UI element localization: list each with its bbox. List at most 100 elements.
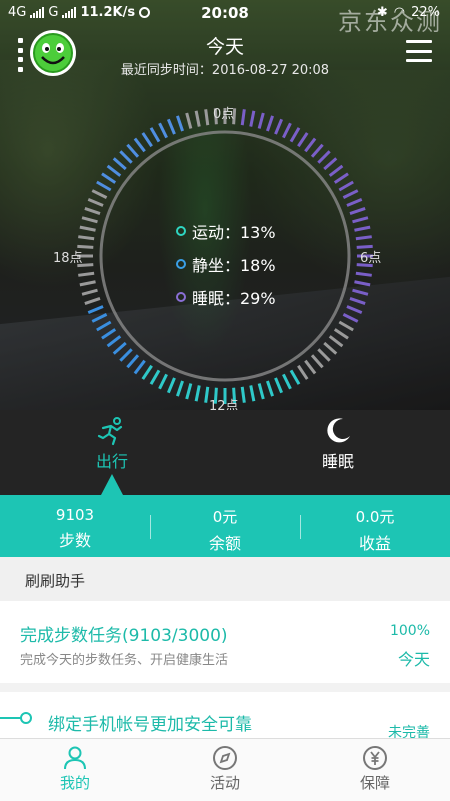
dial-tick (355, 235, 372, 241)
stat-label: 步数 (58, 531, 91, 550)
dial-tick (81, 288, 98, 296)
dial-tick (166, 377, 176, 394)
dial-tick (185, 112, 193, 129)
hamburger-menu-icon[interactable] (406, 40, 432, 62)
hour-label-18: 18点 (53, 251, 83, 266)
dial-tick (355, 271, 372, 277)
dial-tick (149, 127, 161, 143)
dial-tick (338, 180, 354, 192)
dial-tick (126, 143, 140, 158)
dial-tick (78, 271, 95, 277)
dial-tick (133, 359, 146, 375)
dial-tick (79, 225, 96, 232)
dial-tick (166, 118, 176, 135)
tab-label: 出行 (95, 452, 128, 471)
dial-tick (297, 364, 309, 380)
dial-tick (141, 364, 153, 380)
dial-tick (240, 109, 246, 126)
dial-tick (304, 137, 317, 153)
bind-task-title: 绑定手机帐号更加安全可靠 (48, 715, 252, 735)
stat-steps[interactable]: 9103 步数 (0, 495, 150, 557)
dial-tick (176, 380, 184, 397)
last-sync-time: 最近同步时间：2016-08-27 20:08 (120, 63, 330, 78)
mode-tabs: 出行 睡眠 (0, 410, 450, 495)
dial-tick (158, 373, 168, 390)
dial-tick (282, 373, 292, 390)
dial-tick (84, 297, 101, 305)
legend-item-sedentary: 静坐：18% (176, 247, 276, 280)
legend-dot-icon (176, 225, 186, 236)
section-title: 刷刷助手 (25, 572, 86, 590)
dial-tick (349, 207, 366, 215)
stat-balance[interactable]: 0元 余额 (150, 495, 300, 557)
nav-label: 我的 (59, 774, 90, 792)
dial-tick (304, 359, 317, 375)
dial-tick (249, 385, 256, 402)
timeline-line (0, 717, 22, 719)
dial-tick (323, 157, 338, 171)
dial-tick (112, 341, 127, 355)
dial-tick (87, 197, 104, 207)
legend-dot-icon (176, 258, 186, 269)
dial-tick (310, 143, 324, 158)
dial-tick (328, 164, 344, 177)
task-title: 完成步数任务(9103/3000) (20, 626, 228, 646)
dial-tick (240, 386, 246, 403)
dial-tick (342, 313, 359, 323)
dial-tick (310, 354, 324, 369)
compass-icon (213, 746, 237, 770)
task-progress: 100% (389, 623, 430, 639)
legend-label: 静坐：18% (192, 255, 276, 275)
dial-tick (91, 313, 108, 323)
dial-tick (274, 118, 284, 135)
timeline-node-icon (20, 712, 32, 724)
dial-tick (342, 189, 359, 199)
dial-tick (352, 288, 369, 296)
dial-tick (101, 328, 117, 340)
dial-tick (346, 305, 363, 315)
hour-label-0: 0点 (213, 107, 235, 122)
nav-label: 保障 (359, 774, 390, 792)
nav-label: 活动 (209, 774, 240, 792)
dial-tick (81, 216, 98, 224)
dial-tick (194, 385, 201, 402)
hour-label-6: 6点 (360, 251, 382, 266)
bind-phone-card[interactable]: 绑定手机帐号更加安全可靠 未完善 (0, 692, 450, 738)
legend-item-sleep: 睡眠：29% (176, 280, 276, 313)
nav-item-protection[interactable]: 保障 (300, 739, 450, 801)
active-tab-indicator (101, 474, 123, 495)
dial-tick (126, 354, 140, 369)
dial-tick (84, 207, 101, 215)
dial-tick (106, 335, 122, 348)
dial-tick (112, 157, 127, 171)
dial-tick (317, 150, 331, 164)
dial-tick (266, 115, 274, 132)
dial-tick (96, 180, 112, 192)
dial-tick (346, 197, 363, 207)
stats-bar: 9103 步数 0元 余额 0.0元 收益 (0, 495, 450, 557)
task-day-label: 今天 (397, 650, 430, 669)
tab-sleep[interactable]: 睡眠 (263, 410, 413, 495)
dial-tick (274, 377, 284, 394)
stat-value: 0元 (212, 508, 238, 526)
moon-icon (327, 418, 350, 443)
dial-tick (338, 320, 354, 332)
dial-tick (282, 122, 292, 139)
nav-item-mine[interactable]: 我的 (0, 739, 150, 801)
dial-tick (257, 383, 265, 400)
stat-value: 0.0元 (355, 508, 395, 526)
nav-item-activity[interactable]: 活动 (150, 739, 300, 801)
tab-label: 睡眠 (321, 452, 354, 471)
dial-tick (194, 110, 201, 127)
legend-label: 睡眠：29% (192, 288, 276, 308)
dial-tick (101, 172, 117, 184)
activity-legend: 运动：13% 静坐：18% 睡眠：29% (176, 214, 276, 313)
stat-label: 收益 (358, 534, 391, 553)
task-description: 完成今天的步数任务、开启健康生活 (20, 653, 229, 668)
legend-label: 运动：13% (192, 222, 276, 242)
stat-earnings[interactable]: 0.0元 收益 (300, 495, 450, 557)
dial-tick (87, 305, 104, 315)
stat-value: 9103 (55, 506, 95, 524)
dial-tick (185, 383, 193, 400)
step-task-card[interactable]: 完成步数任务(9103/3000) 完成今天的步数任务、开启健康生活 100% … (0, 601, 450, 683)
